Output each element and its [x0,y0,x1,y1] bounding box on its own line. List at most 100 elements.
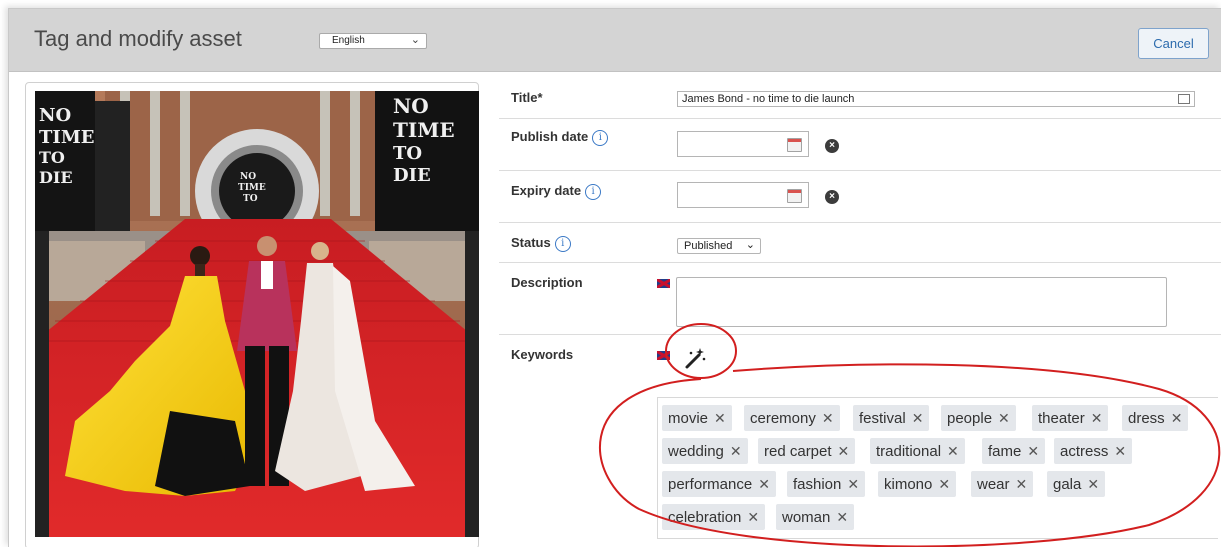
calendar-icon[interactable] [787,138,802,152]
remove-x-icon[interactable]: ✕ [838,443,850,459]
keyword-tag: people ✕ [941,405,1016,431]
keyword-tag: actress ✕ [1054,438,1133,464]
title-value: James Bond - no time to die launch [682,93,855,105]
keyword-text: movie [668,410,709,427]
remove-x-icon[interactable]: ✕ [1114,443,1126,459]
remove-x-icon[interactable]: ✕ [1016,476,1028,492]
remove-x-icon[interactable]: ✕ [912,410,924,426]
publish-date-input[interactable] [677,131,809,157]
status-label-text: Status [511,235,551,250]
keyword-tag: woman ✕ [776,504,855,530]
cancel-button[interactable]: Cancel [1138,28,1209,59]
keyword-text: traditional [876,443,942,460]
keyword-text: wedding [668,443,724,460]
remove-x-icon[interactable]: ✕ [998,410,1010,426]
keyword-text: celebration [668,509,742,526]
chevron-down-icon: ⌄ [410,34,420,46]
keyword-text: gala [1053,476,1082,493]
status-value: Published [684,240,733,252]
keyword-tag: fame ✕ [982,438,1046,464]
screen-text: NO [393,94,429,118]
keyword-text: kimono [884,476,933,493]
expiry-date-input[interactable] [677,182,809,208]
remove-x-icon[interactable]: ✕ [747,509,759,525]
language-select[interactable]: English ⌄ [319,33,427,49]
remove-x-icon[interactable]: ✕ [758,476,770,492]
keyword-tag: red carpet ✕ [758,438,856,464]
publish-date-row: Publish date i × [499,118,1221,171]
keyword-text: performance [668,476,753,493]
keyword-tag: theater ✕ [1032,405,1109,431]
keyword-text: actress [1060,443,1109,460]
info-icon[interactable]: i [592,130,609,146]
title-label: Title* [511,90,543,105]
keyword-tag: festival ✕ [853,405,930,431]
uk-flag-icon [657,351,670,360]
keyword-text: ceremony [750,410,816,427]
remove-x-icon[interactable]: ✕ [714,410,726,426]
expiry-date-label-text: Expiry date [511,183,582,198]
keyword-text: wear [977,476,1010,493]
keyword-tag: kimono ✕ [878,471,957,497]
keyword-tag: fashion ✕ [787,471,866,497]
asset-preview-card: NO TIME TO DIE NO TIME TO DIE NO TIME TO [25,82,479,547]
keyword-tag: traditional ✕ [870,438,965,464]
screen-text: TO [243,194,258,204]
remove-x-icon[interactable]: ✕ [836,509,848,525]
expiry-date-label: Expiry date i [511,183,602,200]
screen-text: TO [39,148,65,167]
keyword-tag: gala ✕ [1047,471,1106,497]
clear-x-icon[interactable]: × [825,139,839,153]
info-icon[interactable]: i [554,236,571,252]
remove-x-icon[interactable]: ✕ [938,476,950,492]
keyword-tag: wedding ✕ [662,438,748,464]
publish-date-label-text: Publish date [511,129,589,144]
keywords-label: Keywords [511,347,574,362]
keyword-tag: celebration ✕ [662,504,766,530]
page-title: Tag and modify asset [34,26,242,51]
keyword-tag: ceremony ✕ [744,405,840,431]
title-input[interactable]: James Bond - no time to die launch [677,91,1195,107]
description-textarea[interactable] [676,277,1167,327]
magic-wand-icon[interactable] [683,347,707,371]
asset-form: Title* James Bond - no time to die launc… [499,82,1221,547]
modal-header: Tag and modify asset English ⌄ Cancel [9,9,1221,72]
screen-text: TIME [393,118,455,142]
red-carpet-photo: NO TIME TO DIE NO TIME TO DIE NO TIME TO [35,91,479,537]
publish-date-label: Publish date i [511,129,609,146]
screen-text: DIE [39,168,73,187]
keyword-tag: movie ✕ [662,405,732,431]
clear-x-icon[interactable]: × [825,190,839,204]
expiry-date-row: Expiry date i × [499,170,1221,223]
remove-x-icon[interactable]: ✕ [847,476,859,492]
keyword-text: festival [859,410,906,427]
screen-text: TO [393,143,422,164]
text-field-icon[interactable] [1178,94,1190,104]
screen-text: NO [240,172,256,182]
remove-x-icon[interactable]: ✕ [730,443,742,459]
keyword-text: woman [782,509,831,526]
keyword-tag: wear ✕ [971,471,1034,497]
description-row: Description [499,262,1221,335]
title-row: Title* James Bond - no time to die launc… [499,82,1221,118]
remove-x-icon[interactable]: ✕ [1027,443,1039,459]
remove-x-icon[interactable]: ✕ [947,443,959,459]
description-label: Description [511,275,583,290]
modal-window: Tag and modify asset English ⌄ Cancel NO… [8,8,1221,547]
asset-photo: NO TIME TO DIE NO TIME TO DIE NO TIME TO [35,91,479,537]
keyword-tag: dress ✕ [1122,405,1189,431]
keyword-text: fashion [793,476,842,493]
language-value: English [332,35,365,46]
status-row: Status i Published ⌄ [499,222,1221,263]
screen-text: TIME [238,183,266,193]
remove-x-icon[interactable]: ✕ [822,410,834,426]
remove-x-icon[interactable]: ✕ [1171,410,1183,426]
calendar-icon[interactable] [787,189,802,203]
keyword-text: theater [1038,410,1085,427]
status-select[interactable]: Published ⌄ [677,238,761,254]
keyword-tag-list: movie ✕ ceremony ✕ festival ✕ people ✕ theat… [657,397,1218,539]
keyword-text: dress [1128,410,1165,427]
info-icon[interactable]: i [585,184,602,200]
remove-x-icon[interactable]: ✕ [1087,476,1099,492]
remove-x-icon[interactable]: ✕ [1091,410,1103,426]
